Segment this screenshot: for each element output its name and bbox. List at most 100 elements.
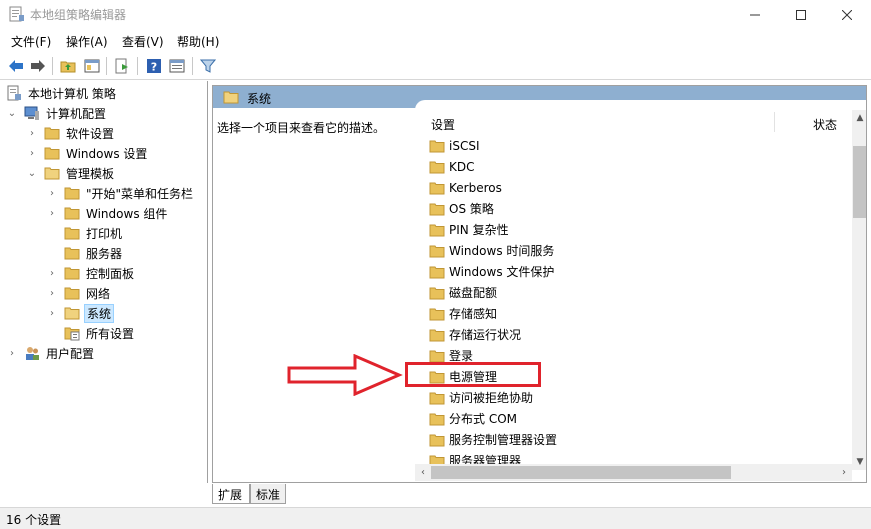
up-folder-icon (60, 61, 76, 73)
list-item[interactable]: OS 策略 (429, 198, 494, 219)
forward-button[interactable] (27, 55, 49, 77)
list-item[interactable]: 访问被拒绝协助 (429, 387, 533, 408)
menu-help[interactable]: 帮助(H) (177, 33, 219, 50)
column-state[interactable]: 状态 (813, 116, 837, 133)
folder-icon (429, 266, 445, 278)
tree-label: 计算机配置 (46, 106, 107, 121)
list-item[interactable]: Windows 文件保护 (429, 261, 554, 282)
tree-item-computer-config[interactable]: ⌄ 计算机配置 (6, 103, 108, 123)
chevron-right-icon[interactable]: › (6, 343, 18, 363)
scroll-left-icon[interactable]: ‹ (415, 464, 431, 481)
tree-item-software-settings[interactable]: › 软件设置 (26, 123, 116, 143)
tree-item-servers[interactable]: 服务器 (64, 243, 124, 263)
tree-label: "开始"菜单和任务栏 (86, 186, 194, 201)
list-item[interactable]: iSCSI (429, 135, 480, 156)
list-item-label: 存储感知 (449, 307, 498, 321)
show-hide-tree-button[interactable] (81, 55, 103, 77)
column-header: 设置 状态 (415, 100, 852, 132)
chevron-right-icon[interactable]: › (46, 283, 58, 303)
tab-standard[interactable]: 标准 (250, 484, 286, 504)
tree-label: 网络 (86, 286, 111, 301)
tree-label: 控制面板 (86, 266, 135, 281)
scroll-right-icon[interactable]: › (836, 464, 852, 481)
list-item[interactable]: Windows 时间服务 (429, 240, 554, 261)
list-item-label: Windows 文件保护 (449, 265, 555, 279)
list-item[interactable]: PIN 复杂性 (429, 219, 509, 240)
folder-icon (429, 287, 445, 299)
tree-item-user-config[interactable]: › 用户配置 (6, 343, 96, 363)
vertical-scrollbar[interactable]: ▲ ▼ (852, 110, 866, 470)
folder-icon (429, 203, 445, 215)
folder-icon (429, 140, 445, 152)
tree-item-start-menu[interactable]: › "开始"菜单和任务栏 (46, 183, 195, 203)
help-button[interactable]: ? (143, 55, 165, 77)
tree-label: 软件设置 (66, 126, 115, 141)
forward-icon (31, 60, 45, 72)
tree-item-printers[interactable]: 打印机 (64, 223, 124, 243)
tree-item-system[interactable]: › 系统 (46, 303, 115, 323)
export-list-button[interactable] (111, 55, 133, 77)
users-icon (26, 347, 39, 360)
tree-item-admin-templates[interactable]: ⌄ 管理模板 (26, 163, 116, 183)
list-item[interactable]: 存储运行状况 (429, 324, 521, 345)
tree-item-all-settings[interactable]: 所有设置 (64, 323, 136, 343)
chevron-down-icon[interactable]: ⌄ (26, 163, 38, 183)
window-title: 本地组策略编辑器 (30, 8, 127, 22)
chevron-right-icon[interactable]: › (46, 183, 58, 203)
list-item-label: iSCSI (449, 138, 480, 153)
horizontal-scrollbar[interactable]: ‹ › (415, 464, 852, 481)
back-button[interactable] (5, 55, 27, 77)
maximize-button[interactable] (778, 0, 824, 30)
status-text: 16 个设置 (6, 513, 62, 527)
folder-icon (223, 91, 239, 104)
scroll-up-icon[interactable]: ▲ (852, 110, 866, 126)
chevron-right-icon[interactable]: › (46, 263, 58, 283)
chevron-down-icon[interactable]: ⌄ (6, 103, 18, 123)
chevron-right-icon[interactable]: › (26, 143, 38, 163)
folder-icon (64, 187, 80, 200)
folder-icon (44, 127, 60, 140)
scroll-thumb-h[interactable] (431, 466, 731, 479)
tree-item-windows-settings[interactable]: › Windows 设置 (26, 143, 149, 163)
tree-item-network[interactable]: › 网络 (46, 283, 112, 303)
scroll-down-icon[interactable]: ▼ (852, 454, 866, 470)
folder-icon (64, 207, 80, 220)
export-list-icon (115, 58, 128, 74)
list-item[interactable]: Kerberos (429, 177, 502, 198)
list-item[interactable]: 分布式 COM (429, 408, 517, 429)
menu-file[interactable]: 文件(F) (11, 33, 51, 50)
list-item-label: 服务控制管理器设置 (449, 433, 558, 447)
menu-view[interactable]: 查看(V) (122, 33, 164, 50)
tree-item-local-computer-policy[interactable]: 本地计算机 策略 (6, 83, 118, 103)
list-item[interactable]: 服务控制管理器设置 (429, 429, 557, 450)
tree-label: 用户配置 (46, 346, 95, 361)
chevron-right-icon[interactable]: › (46, 303, 58, 323)
folder-icon (44, 147, 60, 160)
folder-icon (429, 413, 445, 425)
up-folder-button[interactable] (57, 55, 79, 77)
properties-button[interactable] (166, 55, 188, 77)
tree-item-control-panel[interactable]: › 控制面板 (46, 263, 136, 283)
list-item[interactable]: 磁盘配额 (429, 282, 497, 303)
minimize-button[interactable] (732, 0, 778, 30)
column-setting[interactable]: 设置 (431, 116, 455, 133)
tree-item-windows-components[interactable]: › Windows 组件 (46, 203, 169, 223)
highlight-box (405, 362, 541, 387)
close-button[interactable] (824, 0, 870, 30)
menu-action[interactable]: 操作(A) (66, 33, 108, 50)
title-bar: 本地组策略编辑器 (0, 0, 871, 30)
list-item[interactable]: 存储感知 (429, 303, 497, 324)
svg-text:?: ? (151, 61, 157, 74)
scroll-thumb[interactable] (853, 146, 866, 218)
list-item-label: Windows 时间服务 (449, 244, 555, 258)
filter-button[interactable] (197, 55, 219, 77)
folder-icon (429, 161, 445, 173)
policy-icon (7, 85, 21, 101)
list-item[interactable]: KDC (429, 156, 475, 177)
chevron-right-icon[interactable]: › (26, 123, 38, 143)
tab-extended[interactable]: 扩展 (212, 484, 250, 504)
folder-icon (429, 392, 445, 404)
folder-icon (64, 267, 80, 280)
status-bar: 16 个设置 (0, 507, 871, 529)
chevron-right-icon[interactable]: › (46, 203, 58, 223)
